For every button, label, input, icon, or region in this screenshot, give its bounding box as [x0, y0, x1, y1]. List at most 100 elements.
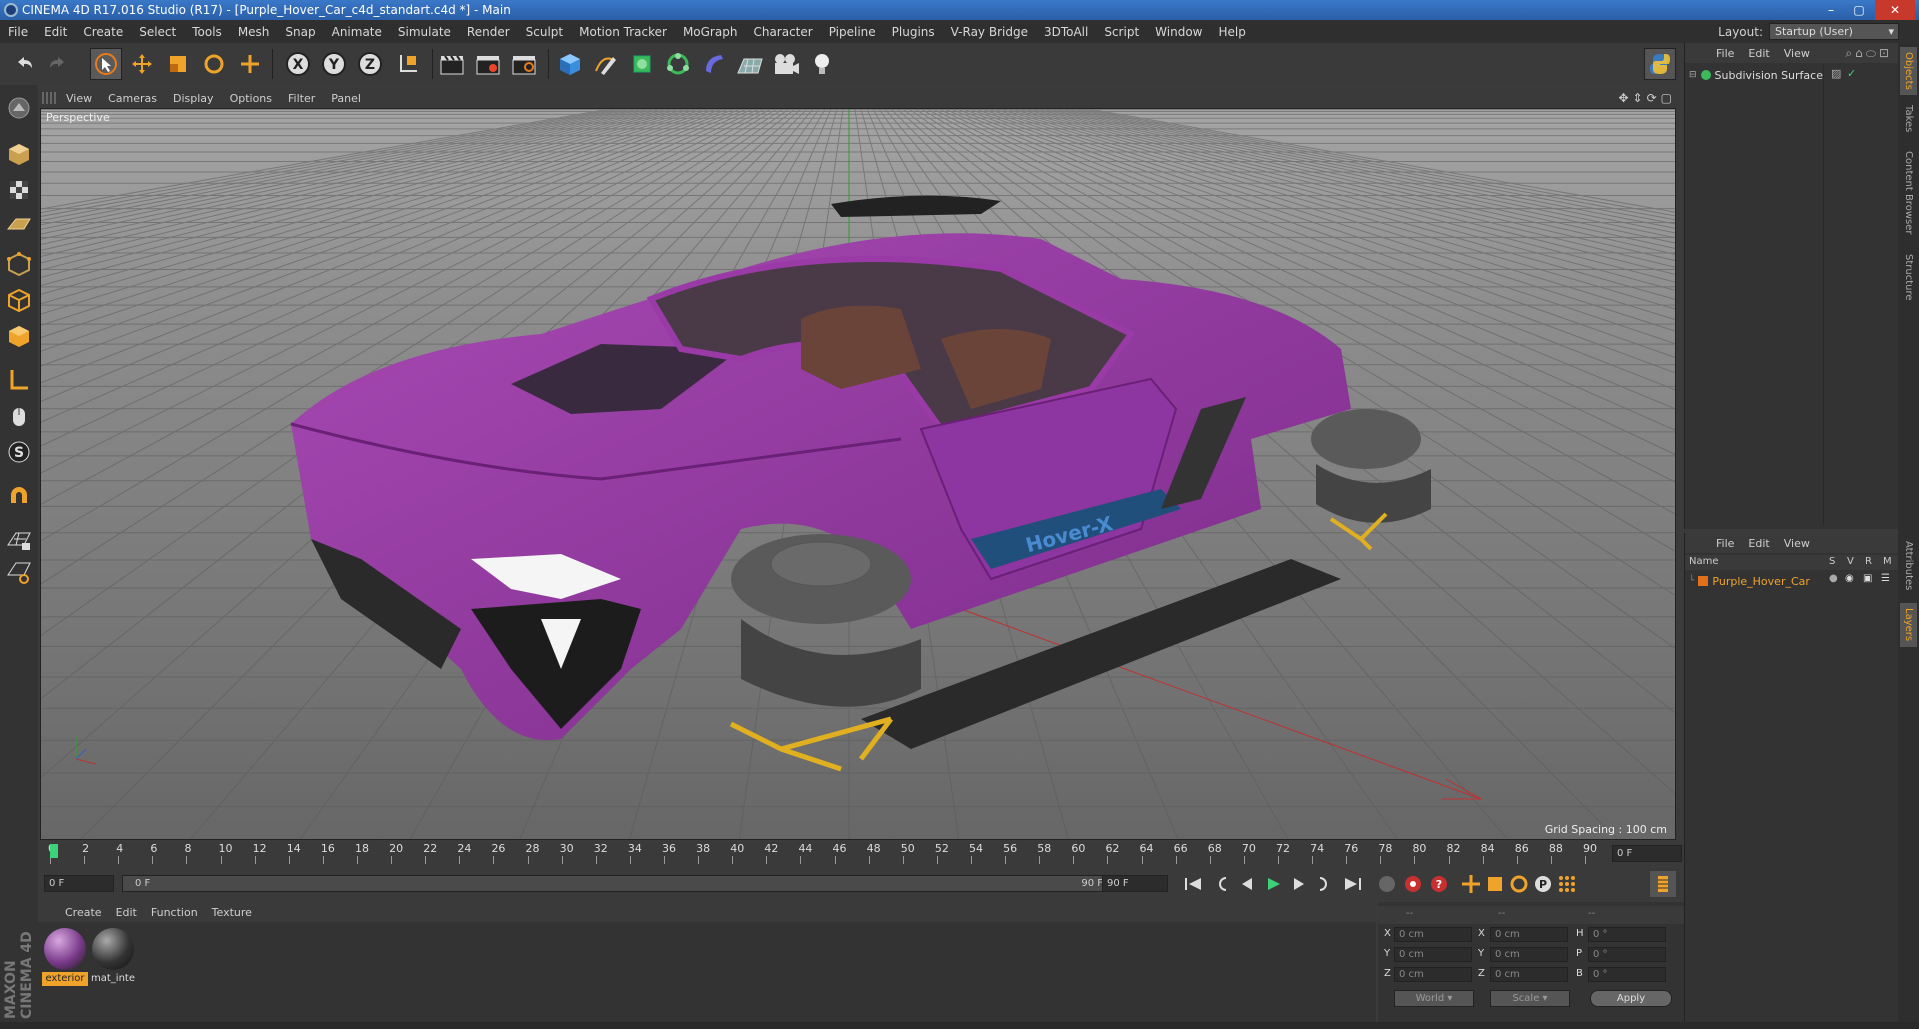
- scale-tool-button[interactable]: [162, 48, 194, 80]
- rotation-p-field[interactable]: 0 °: [1588, 947, 1666, 962]
- end-frame-field[interactable]: 90 F: [1102, 875, 1168, 892]
- lock-workplane-button[interactable]: [4, 525, 34, 555]
- move-tool-button[interactable]: [126, 48, 158, 80]
- close-button[interactable]: ✕: [1875, 0, 1915, 20]
- record-button[interactable]: [1374, 871, 1400, 897]
- material-menu-edit[interactable]: Edit: [109, 906, 144, 919]
- position-y-field[interactable]: 0 cm: [1394, 947, 1472, 962]
- layer-menu-view[interactable]: View: [1777, 537, 1817, 550]
- viewport-menu-panel[interactable]: Panel: [323, 92, 369, 105]
- size-y-field[interactable]: 0 cm: [1490, 947, 1568, 962]
- viewport-menu-view[interactable]: View: [58, 92, 100, 105]
- position-x-field[interactable]: 0 cm: [1394, 927, 1472, 942]
- coordinate-space-dropdown[interactable]: World ▾: [1394, 990, 1474, 1007]
- model-mode-button[interactable]: [4, 139, 34, 169]
- viewport-menu-options[interactable]: Options: [222, 92, 280, 105]
- menu-help[interactable]: Help: [1210, 25, 1253, 39]
- menu-script[interactable]: Script: [1096, 25, 1147, 39]
- go-to-start-button[interactable]: [1180, 871, 1206, 897]
- object-menu-edit[interactable]: Edit: [1741, 47, 1776, 60]
- menu-render[interactable]: Render: [459, 25, 518, 39]
- recent-tool-button[interactable]: [234, 48, 266, 80]
- menu-file[interactable]: File: [0, 25, 36, 39]
- redo-button[interactable]: [42, 48, 74, 80]
- live-selection-button[interactable]: [90, 48, 122, 80]
- enable-snap-button[interactable]: [4, 481, 34, 511]
- position-z-field[interactable]: 0 cm: [1394, 967, 1472, 982]
- object-row-subdivision-surface[interactable]: ⊟ Subdivision Surface: [1689, 67, 1839, 83]
- tab-content-browser[interactable]: Content Browser: [1900, 143, 1917, 243]
- y-axis-lock-button[interactable]: Y: [318, 48, 350, 80]
- manager-toggle-icon[interactable]: ☰: [1881, 573, 1890, 584]
- x-axis-lock-button[interactable]: X: [282, 48, 314, 80]
- add-mograph-button[interactable]: [662, 48, 694, 80]
- workplane-mode-button[interactable]: [4, 209, 34, 239]
- expand-icon[interactable]: ⊟: [1689, 70, 1697, 80]
- polygons-mode-button[interactable]: [4, 321, 34, 351]
- timeline-ruler[interactable]: 0246810121416182022242628303234363840424…: [38, 842, 1684, 866]
- texture-mode-button[interactable]: [4, 175, 34, 205]
- viewport-menu-filter[interactable]: Filter: [280, 92, 323, 105]
- menu-select[interactable]: Select: [131, 25, 184, 39]
- edges-mode-button[interactable]: [4, 285, 34, 315]
- python-console-button[interactable]: [1644, 48, 1676, 80]
- add-camera-button[interactable]: [770, 48, 802, 80]
- object-manager-tools-icons[interactable]: ⌕⌂⬭⊡: [1845, 46, 1892, 61]
- layer-menu-edit[interactable]: Edit: [1741, 537, 1776, 550]
- coordinate-system-button[interactable]: [392, 48, 424, 80]
- add-deformer-button[interactable]: [698, 48, 730, 80]
- menu-character[interactable]: Character: [745, 25, 820, 39]
- points-mode-button[interactable]: [4, 249, 34, 279]
- panel-grip-icon[interactable]: [42, 92, 56, 104]
- add-cube-button[interactable]: [554, 48, 586, 80]
- menu-snap[interactable]: Snap: [277, 25, 323, 39]
- play-button[interactable]: [1260, 871, 1286, 897]
- menu-plugins[interactable]: Plugins: [884, 25, 943, 39]
- menu-simulate[interactable]: Simulate: [390, 25, 459, 39]
- layer-tag-icon[interactable]: ▨: [1831, 67, 1841, 80]
- material-menu-create[interactable]: Create: [58, 906, 109, 919]
- key-rotation-button[interactable]: [1506, 871, 1532, 897]
- make-editable-button[interactable]: [4, 93, 34, 123]
- rotation-h-field[interactable]: 0 °: [1588, 927, 1666, 942]
- add-floor-button[interactable]: [734, 48, 766, 80]
- key-scale-button[interactable]: [1482, 871, 1508, 897]
- next-frame-button[interactable]: [1286, 871, 1312, 897]
- axis-mode-button[interactable]: [4, 365, 34, 395]
- minimize-button[interactable]: –: [1817, 0, 1845, 20]
- menu-pipeline[interactable]: Pipeline: [821, 25, 884, 39]
- viewport-navigation-icons[interactable]: ✥⇕⟳▢: [1618, 91, 1676, 105]
- column-solo[interactable]: S: [1829, 556, 1835, 567]
- render-settings-button[interactable]: [508, 48, 540, 80]
- menu-mesh[interactable]: Mesh: [230, 25, 278, 39]
- z-axis-lock-button[interactable]: Z: [354, 48, 386, 80]
- tweak-mode-button[interactable]: [4, 401, 34, 431]
- size-mode-dropdown[interactable]: Scale ▾: [1490, 990, 1570, 1007]
- render-toggle-icon[interactable]: ▣: [1863, 573, 1872, 584]
- playhead-marker[interactable]: [50, 844, 58, 858]
- menu-motion-tracker[interactable]: Motion Tracker: [571, 25, 675, 39]
- add-subdivision-button[interactable]: [626, 48, 658, 80]
- menu-window[interactable]: Window: [1147, 25, 1210, 39]
- material-menu-texture[interactable]: Texture: [205, 906, 259, 919]
- viewport-menu-display[interactable]: Display: [165, 92, 222, 105]
- menu-tools[interactable]: Tools: [184, 25, 230, 39]
- object-menu-view[interactable]: View: [1777, 47, 1817, 60]
- column-render[interactable]: R: [1865, 556, 1872, 567]
- perspective-viewport[interactable]: Hover-X Perspective Grid Spacing : 100 c: [40, 108, 1676, 840]
- next-keyframe-button[interactable]: [1312, 871, 1338, 897]
- menu-animate[interactable]: Animate: [324, 25, 390, 39]
- tab-takes[interactable]: Takes: [1900, 99, 1917, 139]
- key-parameter-button[interactable]: P: [1530, 871, 1556, 897]
- rotation-b-field[interactable]: 0 °: [1588, 967, 1666, 982]
- planar-workplane-button[interactable]: [4, 557, 34, 587]
- add-light-button[interactable]: [806, 48, 838, 80]
- rotate-tool-button[interactable]: [198, 48, 230, 80]
- material-menu-function[interactable]: Function: [144, 906, 205, 919]
- frame-range-slider[interactable]: 0 F 90 F: [122, 875, 1122, 892]
- render-view-button[interactable]: [436, 48, 468, 80]
- timeline-window-button[interactable]: [1650, 871, 1676, 897]
- menu-3dtoall[interactable]: 3DToAll: [1036, 25, 1096, 39]
- menu-mograph[interactable]: MoGraph: [675, 25, 746, 39]
- menu-vray-bridge[interactable]: V-Ray Bridge: [943, 25, 1036, 39]
